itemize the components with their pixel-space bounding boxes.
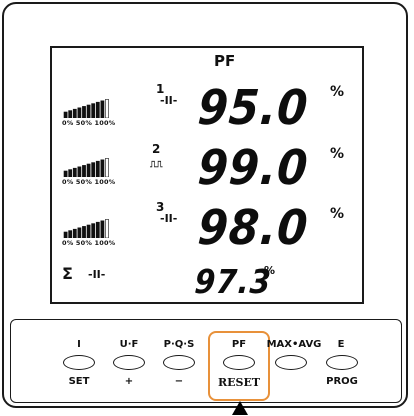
bargraph-segment (82, 226, 86, 238)
phase-number-2: 2 (152, 142, 161, 156)
bargraph-segment (68, 169, 73, 177)
phase-2-value: 99.0 (196, 140, 311, 196)
bargraph-segment (72, 228, 77, 238)
button-uf[interactable] (113, 355, 145, 370)
bargraph-segment (91, 223, 96, 238)
parameter-label: PF (214, 52, 236, 70)
total-value: 97.3 (193, 262, 273, 301)
pointer-arrow-icon (232, 401, 248, 415)
button-maxavg-label: MAX•AVG (266, 339, 322, 350)
button-plus-label: + (124, 376, 134, 387)
bargraph-segment (100, 220, 105, 238)
bargraph-segment (68, 110, 73, 118)
sigma-icon: Σ (62, 264, 73, 283)
bargraph-phase-3 (63, 219, 109, 238)
button-maxavg[interactable] (275, 355, 307, 370)
bargraph-phase-2 (63, 158, 109, 177)
bargraph-ticks-3: 0% 50% 100% (62, 239, 116, 247)
button-e[interactable] (326, 355, 358, 370)
bargraph-segment (95, 221, 100, 238)
button-set-label: SET (68, 376, 90, 387)
bargraph-segment (63, 170, 68, 177)
bargraph-segment (95, 160, 100, 177)
total-unit: % (264, 264, 276, 277)
button-prog-label: PROG (326, 376, 358, 387)
button-e-label: E (337, 339, 345, 350)
bargraph-segment (77, 227, 82, 238)
button-pqs-label: P·Q·S (163, 339, 195, 350)
phase-1-unit: % (330, 84, 345, 100)
phase-3-value: 98.0 (196, 200, 311, 256)
button-minus-label: − (174, 376, 184, 387)
capacitor-icon-total: -II- (88, 268, 106, 281)
bargraph-ticks-2: 0% 50% 100% (62, 178, 116, 186)
phase-3-unit: % (330, 206, 345, 222)
capacitor-icon-1: -II- (160, 94, 178, 107)
bargraph-segment (91, 103, 96, 118)
pf-button-highlight (208, 331, 270, 401)
bargraph-phase-1 (63, 99, 109, 118)
bargraph-segment (63, 231, 68, 238)
button-i[interactable] (63, 355, 95, 370)
bargraph-segment (91, 162, 96, 177)
bargraph-segment (63, 111, 68, 118)
bargraph-segment (105, 219, 109, 238)
bargraph-segment (100, 159, 105, 177)
bargraph-ticks-1: 0% 50% 100% (62, 119, 116, 127)
bargraph-segment (82, 165, 86, 177)
bargraph-segment (72, 108, 77, 118)
bargraph-segment (105, 158, 109, 177)
bargraph-segment (100, 100, 105, 118)
bargraph-segment (82, 106, 86, 118)
phase-2-unit: % (330, 146, 345, 162)
bargraph-segment (86, 163, 91, 177)
capacitor-icon-3: -II- (160, 212, 178, 225)
phase-1-value: 95.0 (196, 80, 311, 136)
bargraph-segment (95, 101, 100, 118)
button-i-label: I (77, 339, 81, 350)
bargraph-segment (86, 224, 91, 238)
bargraph-segment (72, 167, 77, 177)
inductor-icon-2: ⎍⎍ (150, 160, 163, 170)
bargraph-segment (105, 99, 109, 118)
bargraph-segment (77, 166, 82, 177)
button-pqs[interactable] (163, 355, 195, 370)
bargraph-segment (68, 230, 73, 238)
bargraph-segment (77, 107, 82, 118)
button-uf-label: U·F (119, 339, 139, 350)
bargraph-segment (86, 104, 91, 118)
